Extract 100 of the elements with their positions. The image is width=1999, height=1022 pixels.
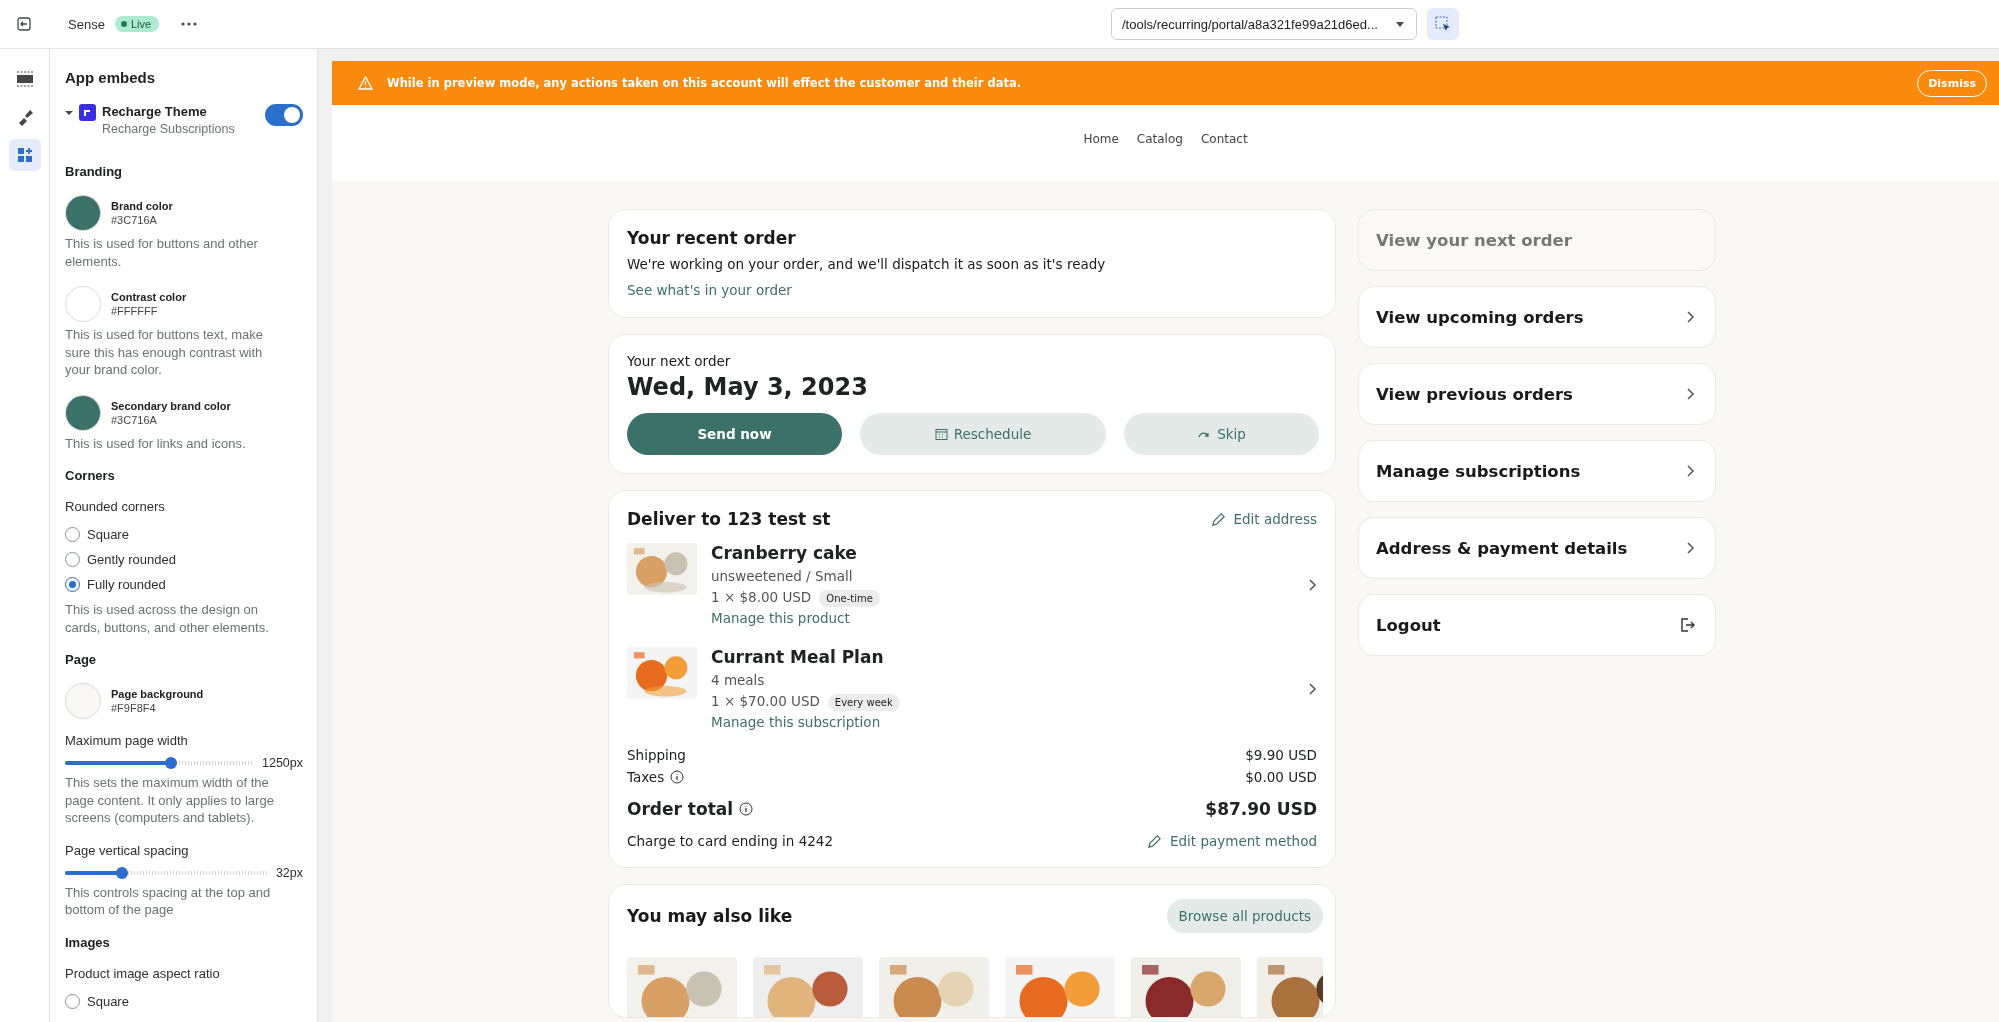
total-value: $87.90 USD xyxy=(1205,799,1317,819)
account-menu-item[interactable]: Logout xyxy=(1358,594,1716,656)
apps-icon[interactable] xyxy=(8,139,41,171)
banner-message: While in preview mode, any actions taken on this account will effect the customer and their data. xyxy=(387,76,1022,90)
setting-label: Page background xyxy=(111,688,204,700)
skip-button[interactable]: Skip xyxy=(1124,413,1319,455)
product-price: 1 × $70.00 USD Every week xyxy=(711,693,900,709)
product-variant: unsweetened / Small xyxy=(711,568,854,584)
chevron-icon xyxy=(1685,387,1695,401)
radio-option[interactable]: Gently rounded xyxy=(65,547,303,572)
chevron-icon xyxy=(1307,682,1317,696)
color-value: #3C716A xyxy=(111,413,158,426)
color-swatch[interactable] xyxy=(65,286,101,322)
section-heading: Corners xyxy=(65,468,116,483)
radio-option[interactable]: Square xyxy=(65,522,303,547)
logout-icon xyxy=(1679,617,1695,633)
account-menu-item[interactable]: Address & payment details xyxy=(1358,517,1716,579)
more-icon[interactable] xyxy=(181,22,198,26)
slider-thumb[interactable] xyxy=(164,757,177,769)
nav-link[interactable]: Home xyxy=(1083,132,1119,146)
info-icon xyxy=(739,802,754,816)
product-variant: 4 meals xyxy=(711,672,766,688)
help-text: This is used for buttons and other elements. xyxy=(65,235,259,270)
summary-label: Taxes xyxy=(627,769,685,785)
card-title: You may also like xyxy=(627,906,793,926)
radio-option[interactable]: Fully rounded xyxy=(65,572,303,597)
help-text: This is used for buttons text, make sure this has enough contrast with your brand color. xyxy=(65,326,264,379)
summary-value: $0.00 USD xyxy=(1245,769,1317,785)
next-order-label: Your next order xyxy=(627,353,732,369)
color-swatch[interactable] xyxy=(65,394,101,431)
color-swatch[interactable] xyxy=(65,195,101,231)
help-text: This sets the maximum width of the page content. It only applies to large screens (computers and tablets). xyxy=(65,774,275,827)
send-now-button[interactable]: Send now xyxy=(627,413,842,455)
setting-label: Page vertical spacing xyxy=(65,842,190,858)
chevron-icon xyxy=(1685,310,1695,324)
frequency-tag: One-time xyxy=(819,590,880,607)
slider-value: 1250px xyxy=(262,756,303,770)
edit-payment-link[interactable]: Edit payment method xyxy=(1147,833,1317,849)
frequency-tag: Every week xyxy=(827,694,900,711)
next-order-date: Wed, May 3, 2023 xyxy=(627,373,869,401)
product-price: 1 × $8.00 USD One-time xyxy=(711,589,880,605)
order-link[interactable]: See what's in your order xyxy=(627,282,792,298)
manage-link[interactable]: Manage this subscription xyxy=(711,714,881,730)
color-value: #FFFFFF xyxy=(111,305,159,317)
pencil-icon xyxy=(1210,511,1226,527)
help-text: This is used for links and icons. xyxy=(65,434,247,452)
toggle-switch[interactable] xyxy=(265,104,303,126)
chevron-icon xyxy=(1685,464,1695,478)
url-dropdown[interactable]: /tools/recurring/portal/a8a321fe99a21d6ed... xyxy=(1111,8,1417,40)
product-name: Currant Meal Plan xyxy=(711,647,885,667)
setting-label: Contrast color xyxy=(111,291,187,303)
app-logo-icon xyxy=(79,104,96,121)
setting-label: Rounded corners xyxy=(65,499,166,514)
setting-label: Maximum page width xyxy=(65,733,189,748)
edit-address-link[interactable]: Edit address xyxy=(1210,511,1317,527)
slider-thumb[interactable] xyxy=(115,866,128,879)
account-menu-item[interactable]: View your next order xyxy=(1358,209,1716,271)
nav-link[interactable]: Contact xyxy=(1200,132,1248,146)
account-menu-item[interactable]: Manage subscriptions xyxy=(1358,440,1716,502)
nav-link[interactable]: Catalog xyxy=(1136,132,1183,146)
setting-label: Brand color xyxy=(111,200,173,212)
help-text: This is used across the design on cards, buttons, and other elements. xyxy=(65,601,270,636)
order-status-text: We're working on your order, and we'll dispatch it as soon as it's ready xyxy=(627,256,1107,272)
skip-arrow-icon xyxy=(1197,429,1212,439)
pencil-icon xyxy=(1147,833,1162,849)
summary-value: $9.90 USD xyxy=(1245,747,1317,763)
card-title: Your recent order xyxy=(627,228,797,248)
select-cursor-icon xyxy=(1435,16,1451,32)
color-swatch[interactable] xyxy=(65,683,101,719)
chevron-icon xyxy=(1685,541,1695,555)
reschedule-button[interactable]: Reschedule xyxy=(860,413,1106,455)
product-name: Cranberry cake xyxy=(711,543,858,563)
total-label: Order total xyxy=(627,799,754,819)
card-title: Deliver to 123 test st xyxy=(627,509,831,529)
section-heading: Page xyxy=(65,652,98,667)
browse-products-button[interactable]: Browse all products xyxy=(1166,899,1323,933)
caret-icon xyxy=(1396,21,1404,27)
help-text: This controls spacing at the top and bottom of the page xyxy=(65,883,272,919)
section-heading: Branding xyxy=(65,164,124,179)
account-menu-item[interactable]: View previous orders xyxy=(1358,363,1716,425)
payment-text: Charge to card ending in 4242 xyxy=(627,833,833,849)
radio-option[interactable]: Square xyxy=(65,988,303,1014)
slider-value: 32px xyxy=(275,865,303,880)
warning-icon xyxy=(358,76,373,90)
color-value: #3C716A xyxy=(111,214,158,226)
embed-name: Recharge Theme xyxy=(102,104,208,119)
embed-vendor: Recharge Subscriptions xyxy=(102,122,235,136)
caret-icon[interactable] xyxy=(65,110,73,116)
section-heading: Images xyxy=(65,934,111,950)
setting-label: Secondary brand color xyxy=(111,399,231,412)
chevron-icon xyxy=(1307,578,1317,592)
color-value: #F9F8F4 xyxy=(111,702,157,714)
status-badge: Live xyxy=(114,16,160,32)
exit-icon[interactable] xyxy=(16,16,32,32)
summary-label: Shipping xyxy=(627,747,686,763)
account-menu-item[interactable]: View upcoming orders xyxy=(1358,286,1716,348)
manage-link[interactable]: Manage this product xyxy=(711,610,850,626)
panel-title: App embeds xyxy=(65,69,156,86)
setting-label: Product image aspect ratio xyxy=(65,965,221,981)
theme-name: Sense xyxy=(68,16,105,32)
